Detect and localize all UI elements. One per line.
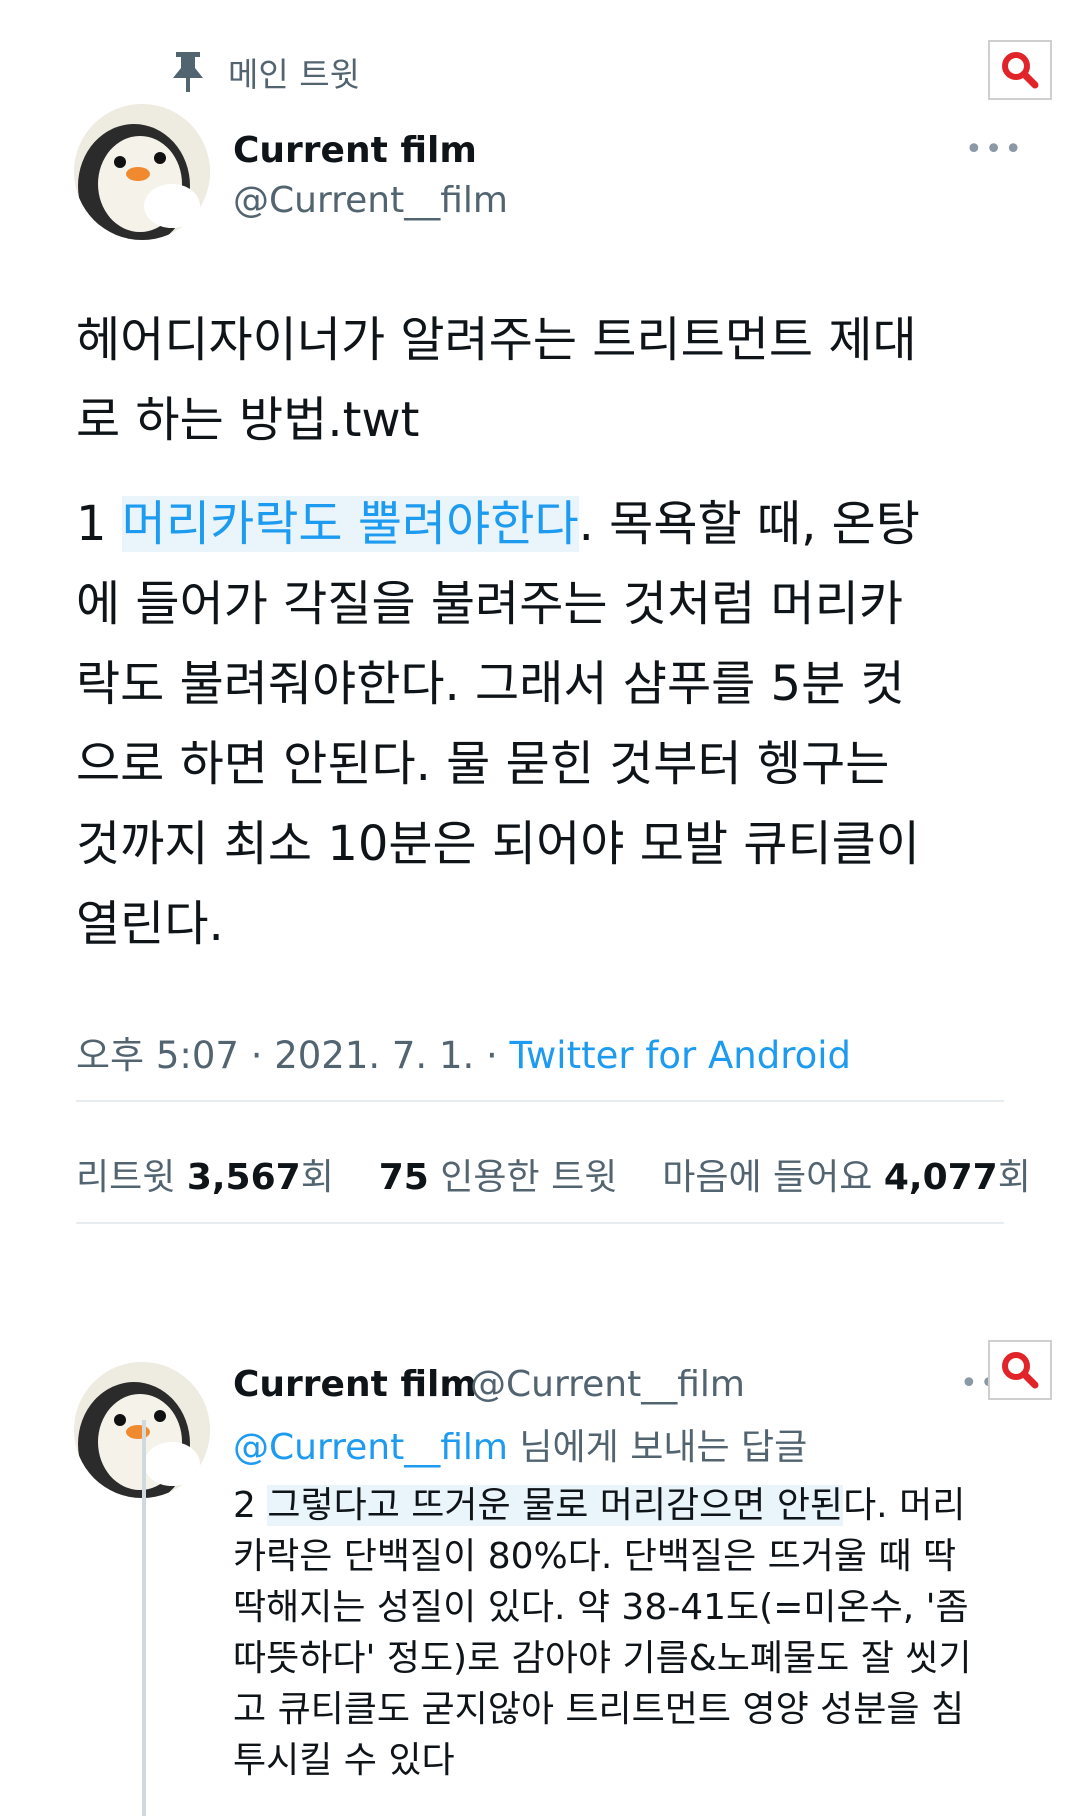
- tweet-timestamp: 오후 5:07 · 2021. 7. 1. · Twitter for Andr…: [76, 1034, 852, 1077]
- pin-icon: [173, 52, 203, 92]
- reply-mention-link[interactable]: @Current__film: [233, 1427, 508, 1468]
- search-zoom-icon: [1002, 1352, 1039, 1389]
- pinned-label: 메인 트윗: [228, 55, 360, 94]
- thread-connector-line: [142, 1420, 146, 1816]
- pinned-indicator: 메인 트윗: [170, 48, 360, 96]
- tweet-body-line: 열린다.: [76, 896, 224, 952]
- reply-author-handle[interactable]: @Current__film: [470, 1364, 745, 1405]
- reply-body-line: 카락은 단백질이 80%다. 단백질은 뜨거울 때 딱: [233, 1536, 957, 1577]
- tweet-body-line: 1 머리카락도 뿔려야한다. 목욕할 때, 온탕: [76, 496, 920, 552]
- retweet-count[interactable]: 리트윗 3,567회: [76, 1157, 334, 1198]
- tweet-body-line: 것까지 최소 10분은 되어야 모발 큐티클이: [76, 816, 920, 872]
- replying-to: @Current__film 님에게 보내는 답글: [233, 1427, 808, 1468]
- tweet-thread-page: 메인 트윗 Current film @Current__film ••• 헤어…: [0, 0, 1080, 1816]
- tweet-body: 1 머리카락도 뿔려야한다. 목욕할 때, 온탕 에 들어가 각질을 불려주는 …: [76, 484, 1016, 964]
- quote-count[interactable]: 75 인용한 트윗: [379, 1157, 618, 1198]
- tweet-title: 헤어디자이너가 알려주는 트리트먼트 제대 로 하는 방법.twt: [76, 300, 1016, 460]
- reply-body-line: 따뜻하다' 정도)로 감아야 기름&노폐물도 잘 씻기: [233, 1638, 972, 1679]
- reply-body-line: 고 큐티클도 굳지않아 트리트먼트 영양 성분을 침: [233, 1689, 965, 1730]
- tweet-body-line: 으로 하면 안된다. 물 묻힌 것부터 헹구는: [76, 736, 890, 792]
- highlighted-phrase: 머리카락도 뿔려야한다: [121, 496, 579, 552]
- author-name[interactable]: Current film: [233, 130, 477, 171]
- tweet-body-line: 에 들어가 각질을 불려주는 것처럼 머리카: [76, 576, 904, 632]
- highlighted-phrase: 그렇다고 뜨거운 물로 머리감으면 안된: [267, 1485, 844, 1526]
- source-link[interactable]: Twitter for Android: [510, 1034, 851, 1077]
- like-count[interactable]: 마음에 들어요 4,077회: [662, 1157, 1031, 1198]
- reply-body-line: 2 그렇다고 뜨거운 물로 머리감으면 안된다. 머리: [233, 1485, 966, 1526]
- tweet-title-line: 로 하는 방법.twt: [76, 392, 420, 448]
- reply-author-name[interactable]: Current film: [233, 1364, 477, 1405]
- tweet-title-line: 헤어디자이너가 알려주는 트리트먼트 제대: [76, 312, 917, 368]
- tweet-stats: 리트윗 3,567회 75 인용한 트윗 마음에 들어요 4,077회: [76, 1148, 1031, 1200]
- search-zoom-button[interactable]: [988, 1340, 1052, 1400]
- reply-body-line: 딱해지는 성질이 있다. 약 38-41도(=미온수, '좀: [233, 1587, 969, 1628]
- more-horizontal-icon[interactable]: •••: [965, 132, 1024, 167]
- divider: [76, 1100, 1004, 1102]
- divider: [76, 1222, 1004, 1224]
- author-handle[interactable]: @Current__film: [233, 180, 508, 221]
- reply-body-line: 투시킬 수 있다: [233, 1740, 455, 1781]
- tweet-body-line: 락도 불려줘야한다. 그래서 샴푸를 5분 컷: [76, 656, 905, 712]
- search-zoom-icon: [1002, 52, 1039, 89]
- search-zoom-button[interactable]: [988, 40, 1052, 100]
- reply-body: 2 그렇다고 뜨거운 물로 머리감으면 안된다. 머리 카락은 단백질이 80%…: [233, 1480, 1033, 1786]
- avatar[interactable]: [74, 104, 210, 240]
- penguin-avatar-icon: [74, 104, 210, 240]
